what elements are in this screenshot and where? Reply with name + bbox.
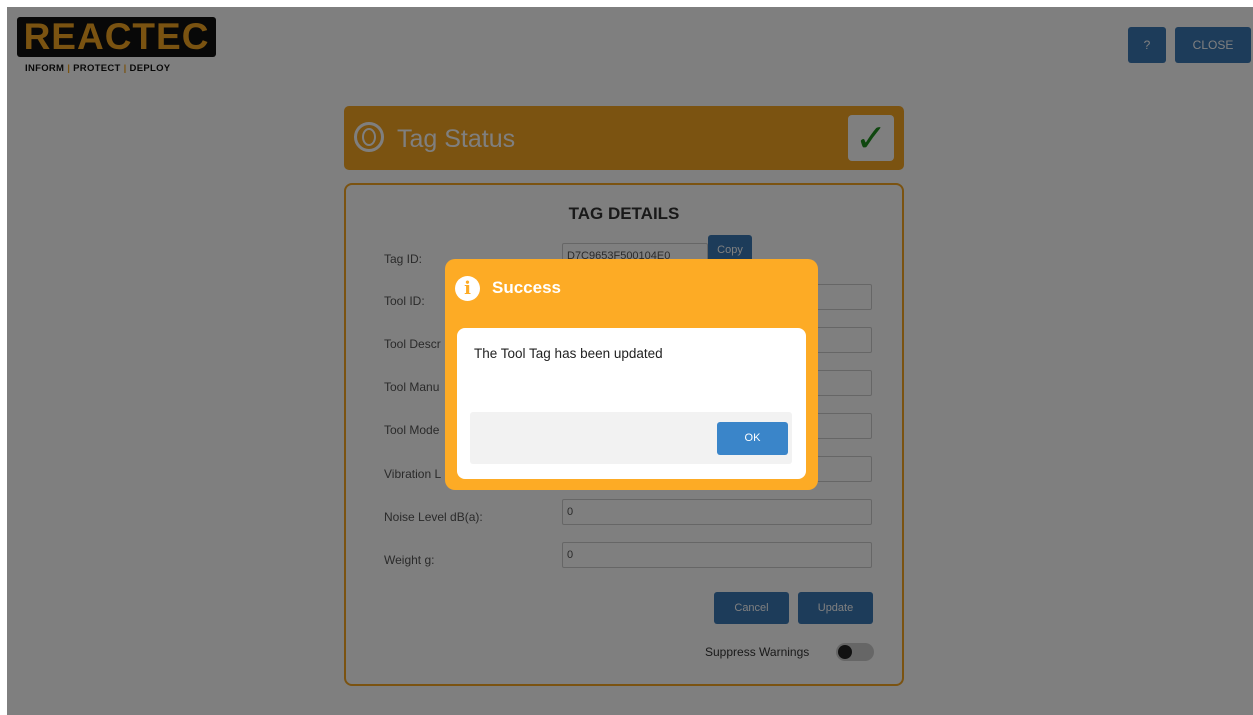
info-icon: i xyxy=(455,276,480,301)
app-window: REACTEC INFORM | PROTECT | DEPLOY ? CLOS… xyxy=(7,7,1253,715)
dialog-message: The Tool Tag has been updated xyxy=(474,346,663,361)
success-dialog: i Success The Tool Tag has been updated … xyxy=(445,259,818,490)
dialog-footer: OK xyxy=(470,412,792,464)
dialog-title: Success xyxy=(492,278,561,297)
dialog-body: The Tool Tag has been updated OK xyxy=(457,328,806,479)
ok-button[interactable]: OK xyxy=(717,422,788,455)
